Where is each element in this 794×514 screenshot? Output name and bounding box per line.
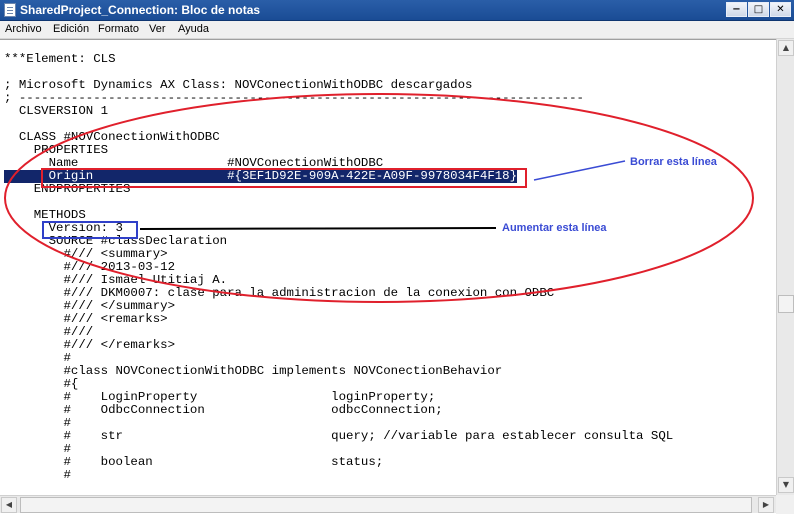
- increase-arrow: [139, 227, 497, 230]
- origin-highlight-box: [41, 168, 527, 188]
- annotation-overlay: [4, 93, 754, 303]
- red-ellipse-annotation: [4, 93, 754, 303]
- increase-line-label: Aumentar esta línea: [502, 222, 607, 234]
- delete-line-label: Borrar esta línea: [630, 156, 717, 168]
- delete-arrow: [533, 160, 626, 181]
- version-highlight-box: [42, 221, 138, 239]
